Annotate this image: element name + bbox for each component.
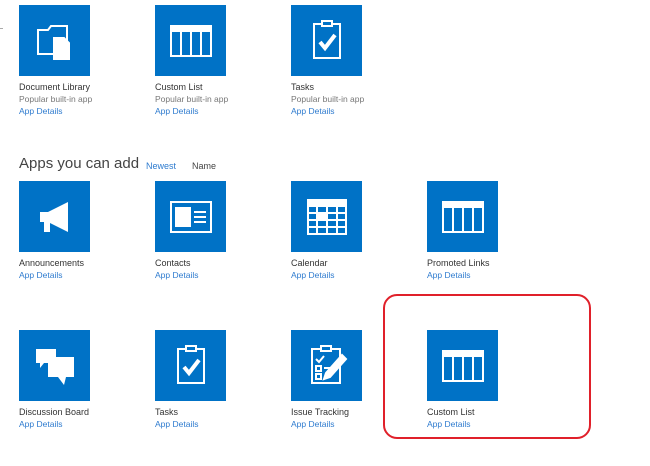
tasks-icon[interactable] (291, 5, 362, 76)
custom-list-icon[interactable] (427, 181, 498, 252)
app-contacts[interactable]: Contacts App Details (155, 181, 275, 282)
popular-app-document-library[interactable]: Document Library Popular built-in app Ap… (19, 5, 139, 118)
contact-card-icon[interactable] (155, 181, 226, 252)
document-library-icon[interactable] (19, 5, 90, 76)
app-details-link[interactable]: App Details (19, 418, 139, 431)
app-name: Promoted Links (427, 258, 490, 268)
app-details-link[interactable]: App Details (19, 105, 139, 118)
section-title: Apps you can add (19, 155, 140, 172)
divider (0, 28, 3, 29)
app-name: Contacts (155, 258, 191, 268)
app-promoted-links[interactable]: Promoted Links App Details (427, 181, 547, 282)
app-name: Tasks (155, 407, 179, 417)
app-announcements[interactable]: Announcements App Details (19, 181, 139, 282)
app-name: Custom List (155, 82, 203, 92)
app-name: Calendar (291, 258, 328, 268)
app-discussion-board[interactable]: Discussion Board App Details (19, 330, 139, 431)
app-details-link[interactable]: App Details (291, 105, 411, 118)
app-details-link[interactable]: App Details (155, 105, 275, 118)
app-name: Tasks (291, 82, 315, 92)
issue-tracking-icon[interactable] (291, 330, 362, 401)
app-details-link[interactable]: App Details (291, 269, 411, 282)
custom-list-icon[interactable] (155, 5, 226, 76)
app-details-link[interactable]: App Details (155, 269, 275, 282)
tasks-icon[interactable] (155, 330, 226, 401)
app-calendar[interactable]: Calendar App Details (291, 181, 411, 282)
popular-app-tasks[interactable]: Tasks Popular built-in app App Details (291, 5, 411, 118)
app-details-link[interactable]: App Details (19, 269, 139, 282)
app-name: Announcements (19, 258, 85, 268)
megaphone-icon[interactable] (19, 181, 90, 252)
app-details-link[interactable]: App Details (427, 269, 547, 282)
app-subtitle: Popular built-in app (291, 94, 365, 104)
sort-newest[interactable]: Newest (146, 161, 176, 171)
sort-name[interactable]: Name (192, 161, 216, 171)
app-subtitle: Popular built-in app (155, 94, 229, 104)
app-name: Document Library (19, 82, 91, 92)
app-subtitle: Popular built-in app (19, 94, 93, 104)
app-tasks[interactable]: Tasks App Details (155, 330, 275, 431)
app-name: Discussion Board (19, 407, 90, 417)
app-details-link[interactable]: App Details (155, 418, 275, 431)
popular-app-custom-list[interactable]: Custom List Popular built-in app App Det… (155, 5, 275, 118)
calendar-icon[interactable] (291, 181, 362, 252)
highlight-annotation (383, 294, 591, 439)
speech-bubbles-icon[interactable] (19, 330, 90, 401)
